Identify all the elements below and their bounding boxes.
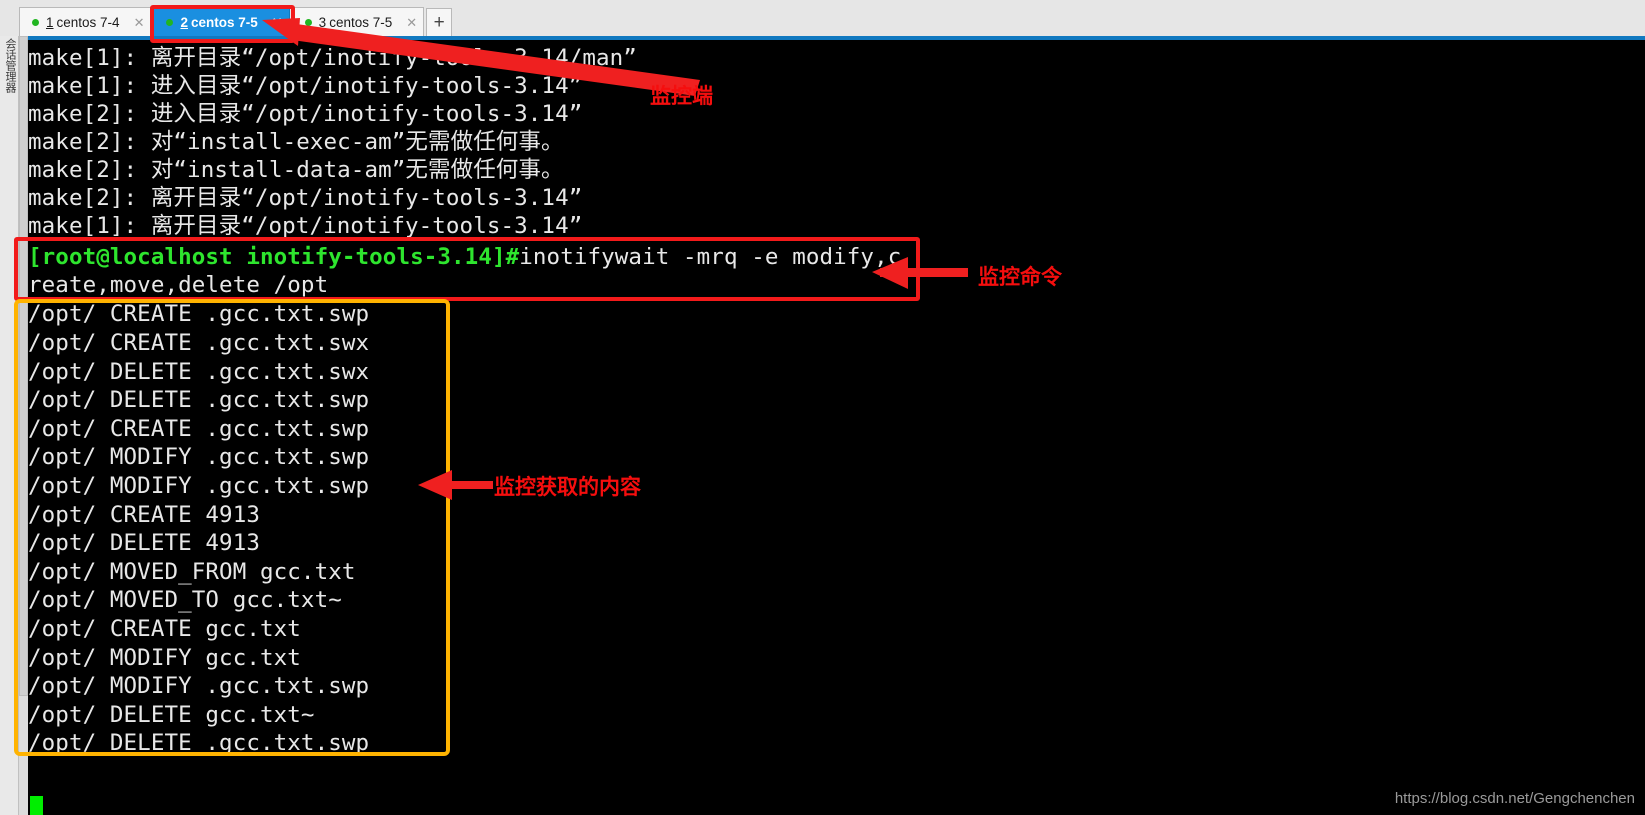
terminal-cursor <box>30 796 43 815</box>
terminal-line: make[2]: 对“install-exec-am”无需做任何事。 <box>28 129 564 155</box>
new-tab-button[interactable]: + <box>426 8 453 36</box>
tab-status-dot-icon <box>304 18 312 26</box>
tab-centos-7-5-second[interactable]: 3 centos 7-5 ✕ <box>291 7 425 36</box>
terminal-line: make[2]: 对“install-data-am”无需做任何事。 <box>28 157 564 183</box>
xshell-window: 1 centos 7-4 ✕ 2 centos 7-5 ✕ 3 centos 7… <box>0 0 1645 815</box>
annotation-box-active-tab <box>150 5 295 43</box>
tab-number: 1 <box>46 14 54 30</box>
tab-close-icon[interactable]: ✕ <box>134 16 145 29</box>
annotation-label-monitor-output: 监控获取的内容 <box>494 475 641 499</box>
tab-title: centos 7-5 <box>329 14 393 30</box>
terminal-line: make[1]: 离开目录“/opt/inotify-tools-3.14/ma… <box>28 45 637 71</box>
terminal-line: make[2]: 离开目录“/opt/inotify-tools-3.14” <box>28 185 583 211</box>
session-manager-label: 会话管理器 <box>4 38 17 93</box>
annotation-box-output <box>14 299 450 756</box>
terminal-line: make[2]: 进入目录“/opt/inotify-tools-3.14” <box>28 101 583 127</box>
tab-centos-7-4[interactable]: 1 centos 7-4 ✕ <box>19 7 152 36</box>
annotation-label-monitor-command: 监控命令 <box>978 265 1062 289</box>
terminal-line: make[1]: 进入目录“/opt/inotify-tools-3.14” <box>28 73 583 99</box>
watermark: https://blog.csdn.net/Gengchenchen <box>1394 790 1635 807</box>
tab-close-icon[interactable]: ✕ <box>406 16 417 29</box>
annotation-label-monitor-end: 监控端 <box>650 84 713 108</box>
tab-number: 3 <box>318 14 327 30</box>
tab-status-dot-icon <box>32 18 39 26</box>
tab-title: centos 7-4 <box>56 14 120 30</box>
annotation-box-command <box>14 237 920 301</box>
